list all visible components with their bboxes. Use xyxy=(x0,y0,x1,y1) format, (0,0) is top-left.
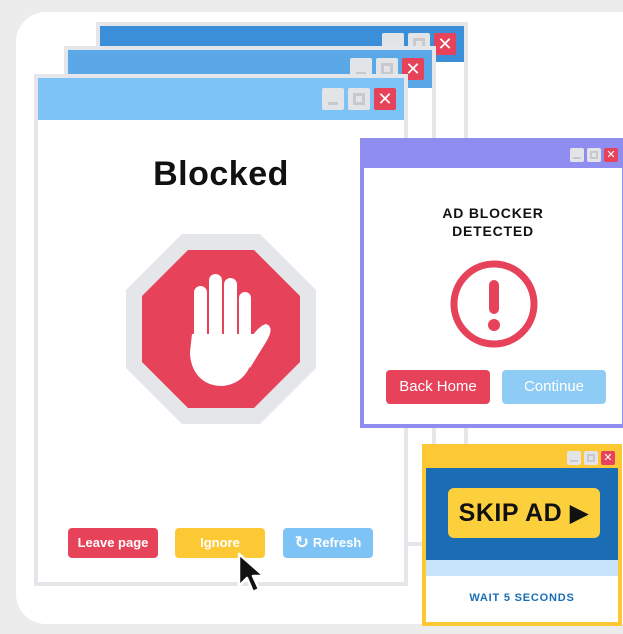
close-button[interactable] xyxy=(434,33,456,55)
close-button[interactable] xyxy=(604,148,618,162)
refresh-button[interactable]: ↻ Refresh xyxy=(283,528,373,558)
wait-countdown-text: WAIT 5 SECONDS xyxy=(469,592,575,604)
minimize-button[interactable] xyxy=(322,88,344,110)
skip-ad-button[interactable]: SKIP AD ▶ xyxy=(448,488,600,538)
close-button[interactable] xyxy=(374,88,396,110)
back-home-button[interactable]: Back Home xyxy=(386,370,490,404)
leave-page-button[interactable]: Leave page xyxy=(68,528,158,558)
ad-blocker-window: AD BLOCKER DETECTED Back Home Continue xyxy=(360,138,623,428)
ad-blocker-heading-line1: AD BLOCKER xyxy=(442,205,544,221)
maximize-button[interactable] xyxy=(587,148,601,162)
mouse-pointer-icon xyxy=(237,552,266,594)
hand-stop-icon xyxy=(126,234,316,424)
minimize-button[interactable] xyxy=(567,451,581,465)
maximize-button[interactable] xyxy=(584,451,598,465)
page-title: Blocked xyxy=(153,155,289,193)
window-titlebar[interactable] xyxy=(38,78,404,120)
maximize-button[interactable] xyxy=(348,88,370,110)
window-titlebar[interactable] xyxy=(426,448,618,468)
exclamation-circle-icon xyxy=(450,260,538,348)
refresh-icon: ↻ xyxy=(294,533,309,552)
refresh-label: Refresh xyxy=(312,535,362,550)
window-titlebar[interactable] xyxy=(364,142,622,168)
skip-ad-window: SKIP AD ▶ WAIT 5 SECONDS xyxy=(422,444,622,626)
stage: Blocked Leave page Ignore ↻Refresh AD BL… xyxy=(0,0,623,634)
close-button[interactable] xyxy=(601,451,615,465)
continue-button[interactable]: Continue xyxy=(502,370,606,404)
minimize-button[interactable] xyxy=(570,148,584,162)
ad-blocker-heading-line2: DETECTED xyxy=(452,223,534,239)
progress-strip xyxy=(426,560,618,576)
